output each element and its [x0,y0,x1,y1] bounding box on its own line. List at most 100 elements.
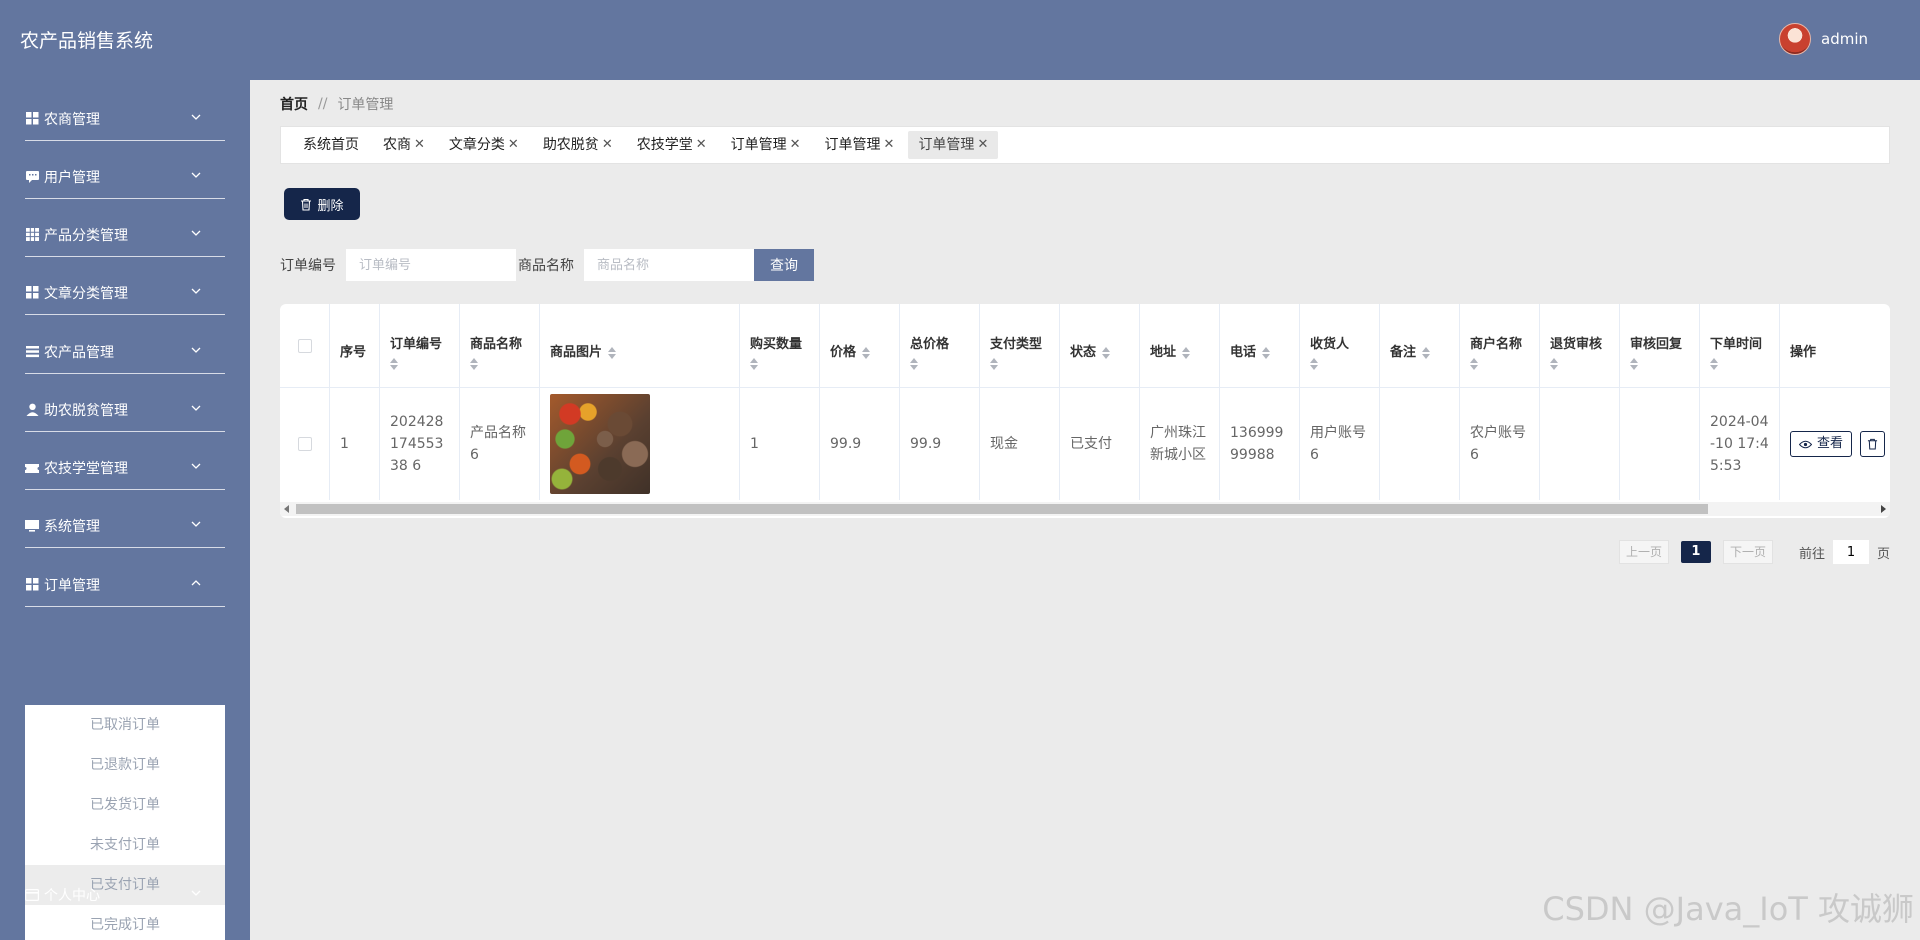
col-receiver: 收货人 用户账号6 [1300,304,1380,500]
sidebar-item-label: 农产品管理 [44,344,114,361]
header-remark[interactable]: 备注 [1380,304,1459,388]
close-icon[interactable]: ✕ [884,131,895,159]
delete-button[interactable]: 删除 [284,188,360,220]
tab-farm-merchant[interactable]: 农商 ✕ [373,131,435,159]
header-refund-review[interactable]: 退货审核 [1540,304,1619,388]
sidebar-item-personal-center[interactable]: 个人中心 [25,873,225,917]
tab-agri-school[interactable]: 农技学堂 ✕ [627,131,717,159]
col-merchant: 商户名称 农户账号6 [1460,304,1540,500]
sidebar-item-poverty-relief[interactable]: 助农脱贫管理 [25,388,225,432]
scrollbar-thumb[interactable] [296,504,1708,514]
goto-page-input[interactable] [1832,540,1869,564]
header-pay-type[interactable]: 支付类型 [980,304,1059,388]
product-image[interactable] [550,394,650,494]
breadcrumb-home[interactable]: 首页 [280,94,308,114]
tab-article-category[interactable]: 文章分类 ✕ [439,131,529,159]
row-checkbox[interactable] [297,437,312,451]
sidebar-item-product-category[interactable]: 产品分类管理 [25,213,225,257]
sort-icon[interactable] [1422,346,1431,359]
sort-icon[interactable] [1710,358,1718,370]
sidebar-item-label: 用户管理 [44,169,100,186]
header-phone[interactable]: 电话 [1220,304,1299,388]
cell-status: 已支付 [1070,436,1112,452]
sidebar-item-farm-products[interactable]: 农产品管理 [25,330,225,374]
close-icon[interactable]: ✕ [602,131,613,159]
next-page-button[interactable]: 下一页 [1722,540,1773,564]
sort-icon[interactable] [862,346,871,359]
cell-price: 99.9 [830,436,862,452]
tab-label: 农商 [383,137,411,153]
submenu-shipped-orders[interactable]: 已发货订单 [25,785,225,825]
tab-poverty-relief[interactable]: 助农脱贫 ✕ [533,131,623,159]
header-status[interactable]: 状态 [1060,304,1139,388]
close-icon[interactable]: ✕ [790,131,801,159]
sort-icon[interactable] [1262,346,1271,359]
row-delete-button[interactable] [1860,431,1886,457]
header-order-time[interactable]: 下单时间 [1700,304,1779,388]
header-receiver[interactable]: 收货人 [1300,304,1379,388]
tab-system-home[interactable]: 系统首页 [293,131,369,159]
header-address[interactable]: 地址 [1140,304,1219,388]
col-pay-type: 支付类型 现金 [980,304,1060,500]
sort-icon[interactable] [608,346,617,359]
order-no-input[interactable] [346,249,516,281]
header-price[interactable]: 价格 [820,304,899,388]
header-product-image[interactable]: 商品图片 [540,304,739,388]
sidebar-item-label: 文章分类管理 [44,285,128,302]
sidebar-item-system[interactable]: 系统管理 [25,504,225,548]
header-review-reply[interactable]: 审核回复 [1620,304,1699,388]
sort-icon[interactable] [910,358,918,370]
sort-icon[interactable] [470,358,478,370]
view-button[interactable]: 查看 [1790,431,1853,457]
username[interactable]: admin [1821,30,1868,48]
sidebar-item-orders[interactable]: 订单管理 [25,563,225,607]
close-icon[interactable]: ✕ [508,131,519,159]
query-button[interactable]: 查询 [754,249,814,281]
header-merchant[interactable]: 商户名称 [1460,304,1539,388]
scroll-right-arrow-icon[interactable] [1881,505,1886,513]
header-order-no[interactable]: 订单编号 [380,304,459,388]
watermark: CSDN @Java_IoT 攻诚狮 [1542,890,1914,928]
submenu-unpaid-orders[interactable]: 未支付订单 [25,825,225,865]
submenu-refunded-orders[interactable]: 已退款订单 [25,745,225,785]
sort-icon[interactable] [1550,358,1558,370]
header-quantity[interactable]: 购买数量 [740,304,819,388]
sidebar-item-agri-school[interactable]: 农技学堂管理 [25,446,225,490]
select-all-checkbox[interactable] [297,338,312,353]
sort-icon[interactable] [1310,358,1318,370]
col-index: 序号 1 [330,304,380,500]
page-number-current[interactable]: 1 [1680,541,1711,563]
sort-icon[interactable] [390,358,398,370]
header-product-name[interactable]: 商品名称 [460,304,539,388]
close-icon[interactable]: ✕ [977,131,988,159]
submenu-cancelled-orders[interactable]: 已取消订单 [25,705,225,745]
sidebar-item-article-category[interactable]: 文章分类管理 [25,271,225,315]
avatar[interactable] [1779,23,1811,55]
tab-orders-3[interactable]: 订单管理 ✕ [908,131,999,159]
sidebar-item-farm-merchant[interactable]: 农商管理 [25,97,225,141]
header-label: 商户名称 [1470,336,1523,352]
tab-label: 农技学堂 [636,137,693,153]
horizontal-scrollbar[interactable] [280,502,1890,516]
prev-page-button[interactable]: 上一页 [1618,540,1669,564]
header-total[interactable]: 总价格 [900,304,979,388]
col-price: 价格 99.9 [820,304,900,500]
user-menu[interactable]: admin [1779,23,1868,55]
sidebar-item-users[interactable]: 用户管理 [25,155,225,199]
chevron-down-icon [191,405,201,411]
scroll-left-arrow-icon[interactable] [284,505,289,513]
tab-orders-1[interactable]: 订单管理 ✕ [721,131,811,159]
sort-icon[interactable] [1630,358,1638,370]
tab-orders-2[interactable]: 订单管理 ✕ [815,131,905,159]
sort-icon[interactable] [990,358,998,370]
sort-icon[interactable] [750,358,758,370]
product-name-input[interactable] [584,249,754,281]
sidebar-item-label: 系统管理 [44,518,100,535]
close-icon[interactable]: ✕ [414,131,425,159]
sort-icon[interactable] [1102,346,1111,359]
close-icon[interactable]: ✕ [696,131,707,159]
sidebar-item-label: 农技学堂管理 [44,460,128,477]
sort-icon[interactable] [1182,346,1191,359]
sort-icon[interactable] [1470,358,1478,370]
sidebar: 农商管理 用户管理 产品分类管理 文章分类管理 农产品管理 助农脱贫管理 农技学… [0,80,250,940]
